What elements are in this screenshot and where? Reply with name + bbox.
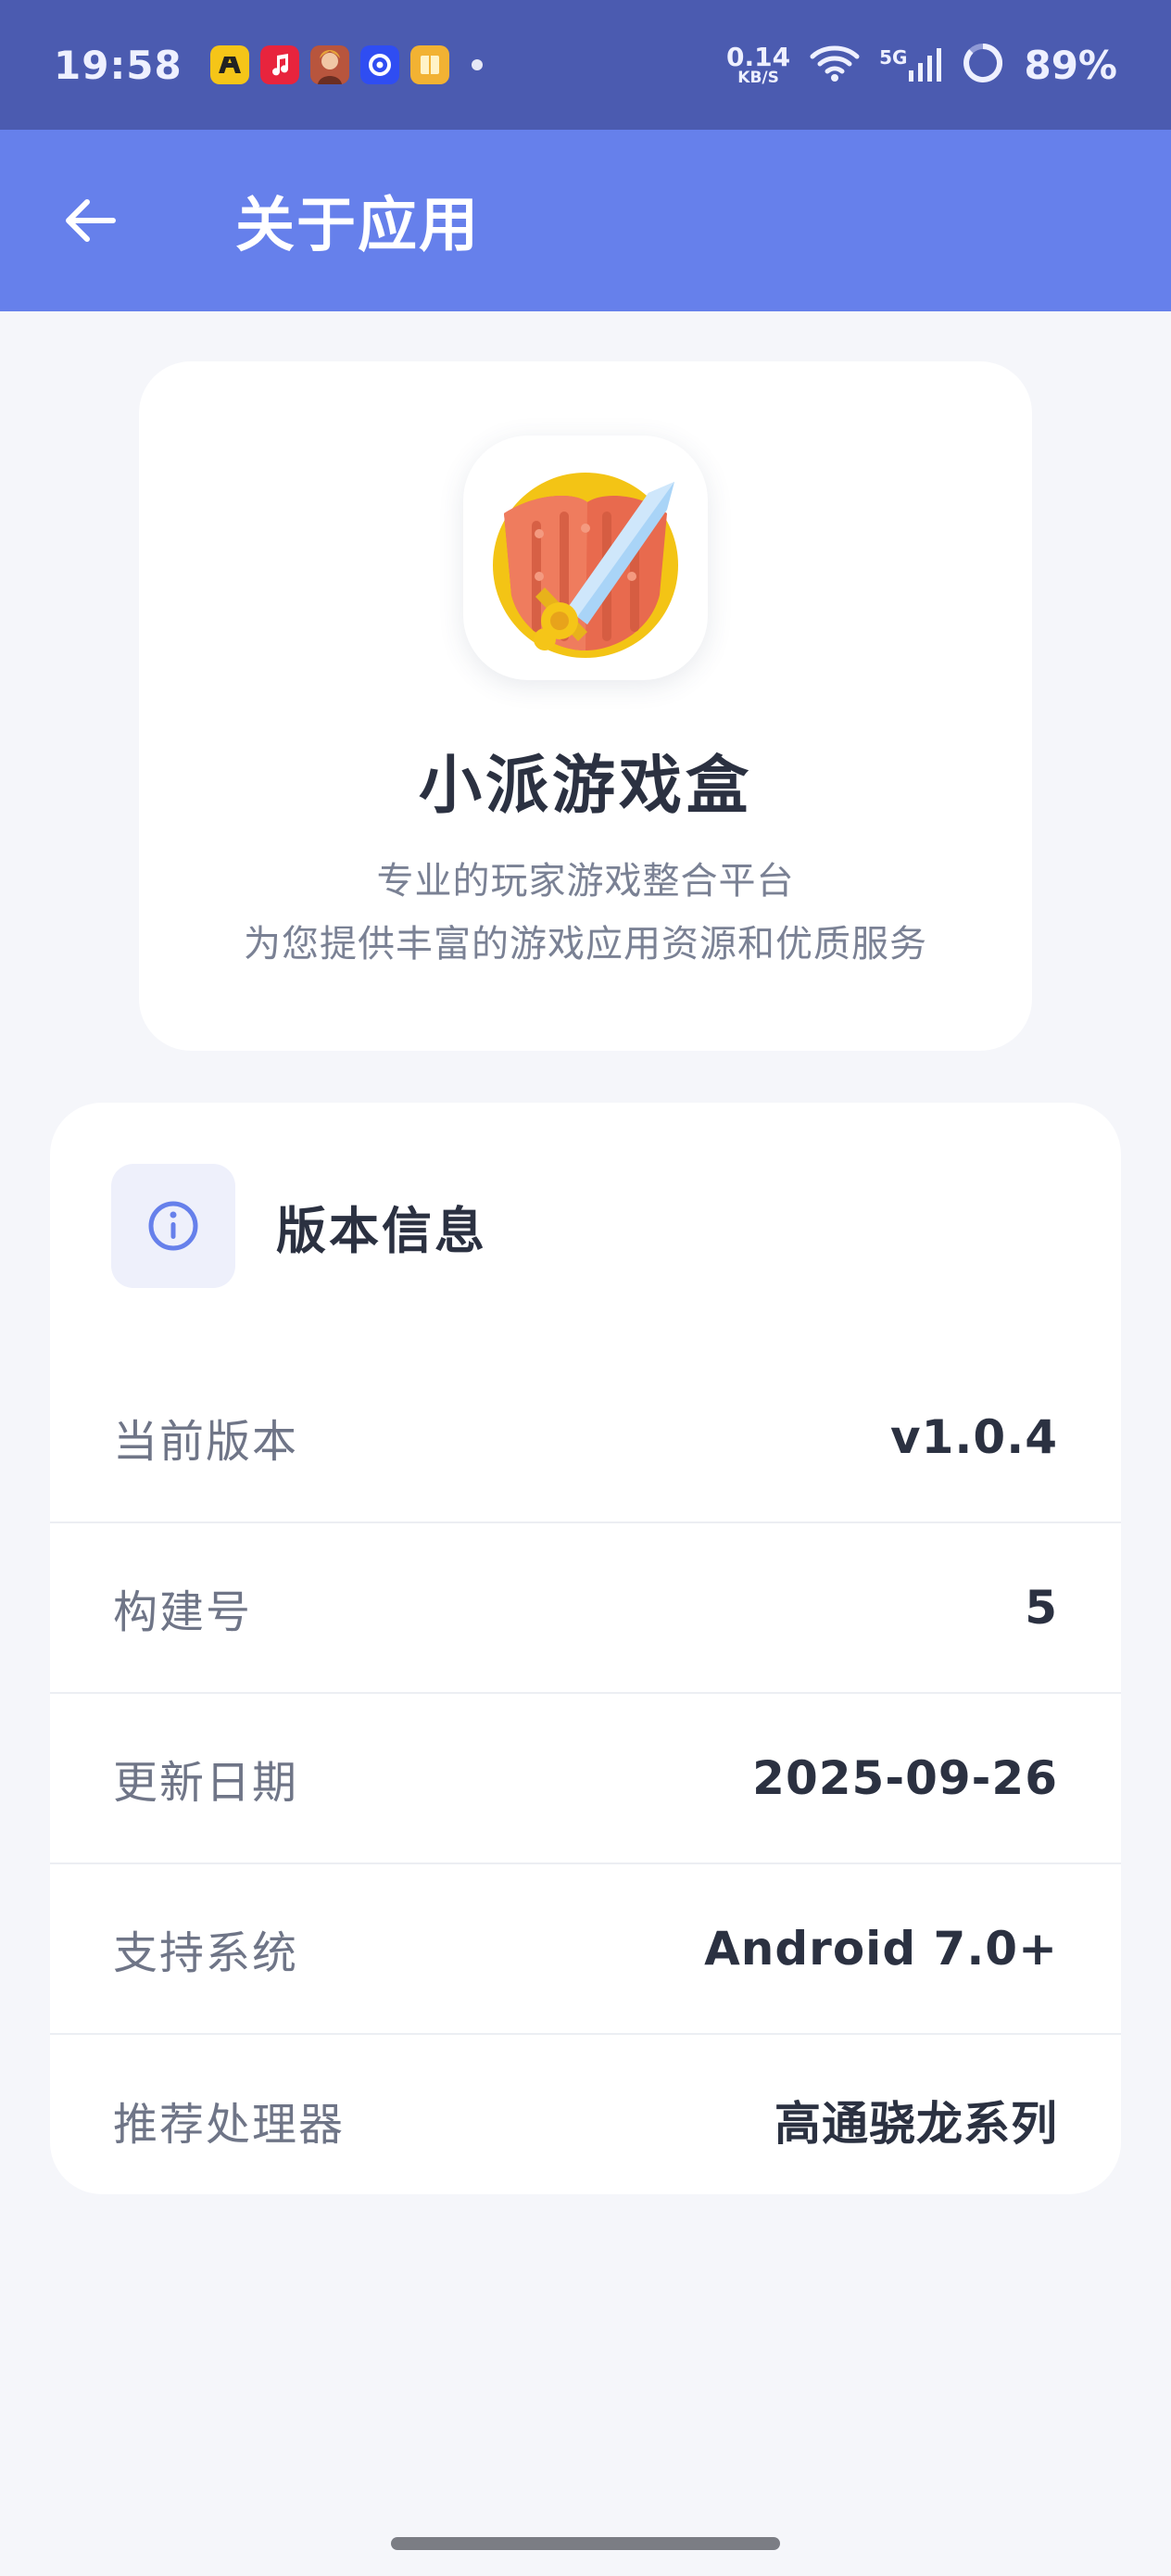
info-row-current-version: 当前版本 v1.0.4 <box>50 1353 1121 1523</box>
arrow-left-icon <box>66 199 116 242</box>
info-icon <box>148 1201 198 1251</box>
status-bar: 19:58 0.14 KB/S 5G 89% <box>0 0 1171 130</box>
info-row-value: v1.0.4 <box>890 1410 1058 1464</box>
battery-percent: 89% <box>1024 42 1117 88</box>
status-left: 19:58 <box>54 43 483 88</box>
info-row-update-date: 更新日期 2025-09-26 <box>50 1694 1121 1864</box>
wifi-icon <box>809 44 861 86</box>
home-indicator[interactable] <box>391 2537 780 2550</box>
network-speed-unit: KB/S <box>737 68 779 87</box>
status-right: 0.14 KB/S 5G 89% <box>726 41 1117 89</box>
app-icon <box>463 436 708 680</box>
game-notification-icon <box>309 45 349 84</box>
notification-icons <box>209 45 483 84</box>
info-icon-container <box>111 1164 235 1288</box>
app-description-line1: 专业的玩家游戏整合平台 <box>376 860 795 903</box>
cellular-signal-icon: 5G <box>879 46 942 83</box>
book-notification-icon <box>409 45 449 84</box>
shield-sword-icon <box>493 473 678 658</box>
info-row-supported-system: 支持系统 Android 7.0+ <box>50 1864 1121 2035</box>
info-row-recommended-processor: 推荐处理器 高通骁龙系列 <box>50 2035 1121 2194</box>
info-row-build-number: 构建号 5 <box>50 1523 1121 1694</box>
network-type-label: 5G <box>879 46 908 69</box>
info-row-label: 支持系统 <box>113 1927 299 1979</box>
more-notifications-dot <box>471 59 483 70</box>
network-speed: 0.14 KB/S <box>726 44 790 86</box>
info-row-label: 推荐处理器 <box>113 2099 346 2151</box>
version-info-card: 版本信息 当前版本 v1.0.4 构建号 5 更新日期 2025-09-26 支… <box>50 1103 1121 2194</box>
version-info-list: 当前版本 v1.0.4 构建号 5 更新日期 2025-09-26 支持系统 A… <box>50 1353 1121 2194</box>
app-name: 小派游戏盒 <box>418 750 752 823</box>
info-row-label: 更新日期 <box>113 1757 299 1809</box>
app-notification-icon-yellow <box>209 45 249 84</box>
music-notification-icon <box>259 45 299 84</box>
info-row-label: 构建号 <box>113 1586 253 1638</box>
status-time: 19:58 <box>54 42 183 88</box>
section-header: 版本信息 <box>111 1164 487 1288</box>
info-row-value: Android 7.0+ <box>704 1922 1058 1976</box>
battery-icon <box>961 41 1005 89</box>
back-button[interactable] <box>57 187 124 254</box>
app-info-card: 小派游戏盒 专业的玩家游戏整合平台 为您提供丰富的游戏应用资源和优质服务 <box>139 361 1032 1051</box>
info-row-value: 2025-09-26 <box>752 1751 1058 1805</box>
info-row-value: 5 <box>1025 1581 1058 1635</box>
info-row-value: 高通骁龙系列 <box>774 2097 1058 2151</box>
network-speed-value: 0.14 <box>726 41 791 72</box>
app-bar: 关于应用 <box>0 130 1171 311</box>
app-description-line2: 为您提供丰富的游戏应用资源和优质服务 <box>244 923 927 966</box>
app-notification-icon-blue <box>359 45 399 84</box>
section-title: 版本信息 <box>276 1201 487 1260</box>
page-title: 关于应用 <box>235 192 480 260</box>
info-row-label: 当前版本 <box>113 1416 299 1468</box>
